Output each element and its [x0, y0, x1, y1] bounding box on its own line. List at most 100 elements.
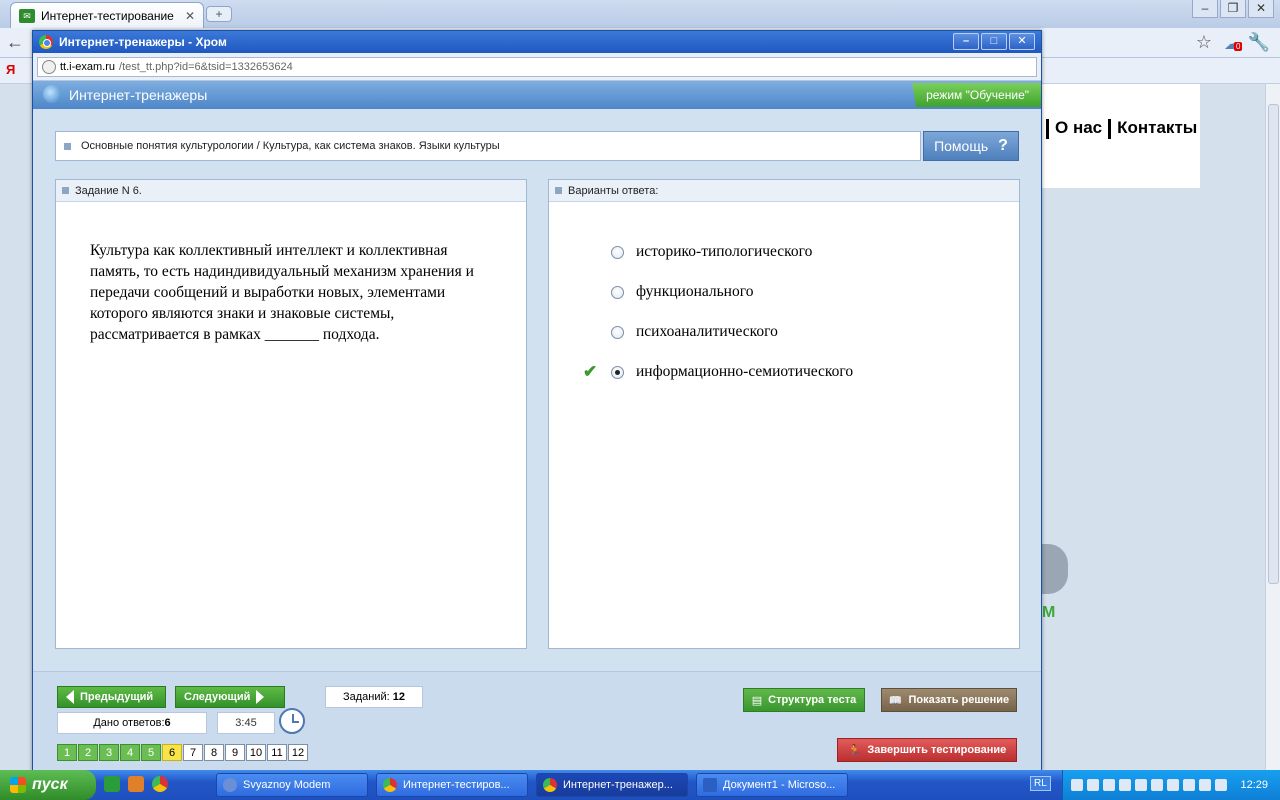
app-header: Интернет-тренажеры режим "Обучение" [33, 81, 1041, 109]
wrench-icon[interactable]: 🔧 [1248, 32, 1270, 53]
tray-icon[interactable] [1215, 779, 1227, 791]
outer-tab[interactable]: ✉ Интернет-тестирование ✕ [10, 2, 204, 28]
structure-label: Структура теста [768, 694, 857, 706]
page-number-button[interactable]: 5 [141, 744, 161, 761]
background-logo-fragment: М [1042, 604, 1056, 621]
question-mark-icon: ? [998, 137, 1008, 154]
tray-icon[interactable] [1103, 779, 1115, 791]
start-button[interactable]: пуск [0, 770, 96, 800]
taskbar-item[interactable]: Svyaznoy Modem [216, 773, 368, 797]
windows-flag-icon [10, 777, 26, 793]
word-icon [703, 778, 717, 792]
language-indicator[interactable]: RL [1030, 776, 1051, 791]
cloud-extension-icon[interactable]: ☁ 0 [1224, 34, 1243, 54]
quick-launch [104, 776, 168, 792]
test-structure-button[interactable]: ▤ Структура теста [743, 688, 865, 712]
outer-window-controls: – ❐ ✕ [1192, 0, 1274, 18]
page-number-button[interactable]: 9 [225, 744, 245, 761]
answer-option[interactable]: функционального [549, 272, 1019, 312]
new-tab-button[interactable]: + [206, 6, 232, 22]
taskbar-item-label: Интернет-тестиров... [403, 779, 510, 791]
popup-maximize-icon[interactable]: □ [981, 33, 1007, 50]
answer-option[interactable]: психоаналитического [549, 312, 1019, 352]
question-pager: 1 2 3 4 5 6 7 8 9 10 11 12 [57, 744, 308, 761]
task-panel: Задание N 6. Культура как коллективный и… [55, 179, 527, 649]
tray-icon[interactable] [1071, 779, 1083, 791]
page-number-button[interactable]: 7 [183, 744, 203, 761]
chrome-icon [543, 778, 557, 792]
tasks-count-box: Заданий: 12 [325, 686, 423, 708]
popup-minimize-icon[interactable]: – [953, 33, 979, 50]
tray-icon[interactable] [1087, 779, 1099, 791]
task-panel-header: Задание N 6. [56, 180, 526, 202]
list-icon: ▤ [751, 694, 763, 707]
site-favicon-icon: ✉ [19, 8, 35, 23]
help-label: Помощь [934, 138, 989, 154]
previous-button[interactable]: Предыдущий [57, 686, 166, 708]
help-button[interactable]: Помощь ? [923, 131, 1019, 161]
answer-option[interactable]: историко-типологического [549, 232, 1019, 272]
page-number-button[interactable]: 10 [246, 744, 266, 761]
bookmark-star-icon[interactable]: ☆ [1196, 32, 1212, 53]
page-number-button[interactable]: 3 [99, 744, 119, 761]
arrow-right-icon [256, 690, 265, 704]
task-number: Задание N 6. [75, 184, 142, 197]
footer-bar: Предыдущий Следующий Заданий: 12 Дано от… [33, 671, 1041, 771]
background-decor [1038, 544, 1068, 594]
chrome-icon [383, 778, 397, 792]
page-number-button[interactable]: 11 [267, 744, 287, 761]
finish-test-button[interactable]: 🏃 Завершить тестирование [837, 738, 1017, 762]
answered-label: Дано ответов: [93, 717, 165, 729]
tray-icon[interactable] [1151, 779, 1163, 791]
popup-title: Интернет-тренажеры - Хром [59, 35, 227, 49]
quick-launch-app-icon[interactable] [104, 776, 120, 792]
tray-icon[interactable] [1167, 779, 1179, 791]
extension-badge: 0 [1234, 42, 1243, 51]
page-number-button[interactable]: 8 [204, 744, 224, 761]
popup-close-icon[interactable]: ✕ [1009, 33, 1035, 50]
tray-icon[interactable] [1135, 779, 1147, 791]
page-number-button[interactable]: 2 [78, 744, 98, 761]
modem-icon [223, 778, 237, 792]
popup-window: Интернет-тренажеры - Хром – □ ✕ tt.i-exa… [32, 30, 1042, 772]
radio-button-selected[interactable] [611, 365, 624, 379]
tasks-count: 12 [392, 691, 406, 703]
scrollbar-thumb[interactable] [1268, 104, 1279, 584]
yandex-bookmark-icon[interactable]: Я [6, 62, 15, 77]
outer-scrollbar[interactable] [1265, 84, 1280, 770]
clock-icon [279, 708, 305, 734]
taskbar-item[interactable]: Интернет-тестиров... [376, 773, 528, 797]
restore-icon[interactable]: ❐ [1220, 0, 1246, 18]
nav-about-link[interactable]: О нас [1055, 118, 1102, 137]
page-info-icon[interactable] [42, 60, 56, 74]
answer-option-selected[interactable]: ✔ информационно-семиотического [549, 352, 1019, 392]
radio-button[interactable] [611, 325, 624, 339]
close-tab-icon[interactable]: ✕ [185, 9, 195, 23]
quick-launch-app-icon[interactable] [128, 776, 144, 792]
close-icon[interactable]: ✕ [1248, 0, 1274, 18]
url-path: /test_tt.php?id=6&tsid=1332653624 [119, 61, 293, 73]
nav-contacts-link[interactable]: Контакты [1117, 118, 1197, 137]
next-button[interactable]: Следующий [175, 686, 285, 708]
page-number-button[interactable]: 1 [57, 744, 77, 761]
popup-title-bar: Интернет-тренажеры - Хром – □ ✕ [33, 31, 1041, 53]
radio-button[interactable] [611, 245, 624, 259]
next-label: Следующий [184, 691, 251, 703]
taskbar-item[interactable]: Документ1 - Microso... [696, 773, 848, 797]
answer-text: историко-типологического [636, 243, 813, 260]
show-solution-button[interactable]: 📖 Показать решение [881, 688, 1017, 712]
tray-icon[interactable] [1119, 779, 1131, 791]
quick-launch-chrome-icon[interactable] [152, 776, 168, 792]
page-number-button[interactable]: 6 [162, 744, 182, 761]
solution-label: Показать решение [908, 694, 1010, 706]
running-man-icon: 🏃 [847, 744, 862, 757]
minimize-icon[interactable]: – [1192, 0, 1218, 18]
radio-button[interactable] [611, 285, 624, 299]
tray-icon[interactable] [1183, 779, 1195, 791]
page-number-button[interactable]: 4 [120, 744, 140, 761]
taskbar-item-active[interactable]: Интернет-тренажер... [536, 773, 688, 797]
back-arrow-icon[interactable]: ← [6, 32, 24, 53]
tray-icon[interactable] [1199, 779, 1211, 791]
url-field[interactable]: tt.i-exam.ru/test_tt.php?id=6&tsid=13326… [37, 57, 1037, 77]
page-number-button[interactable]: 12 [288, 744, 308, 761]
